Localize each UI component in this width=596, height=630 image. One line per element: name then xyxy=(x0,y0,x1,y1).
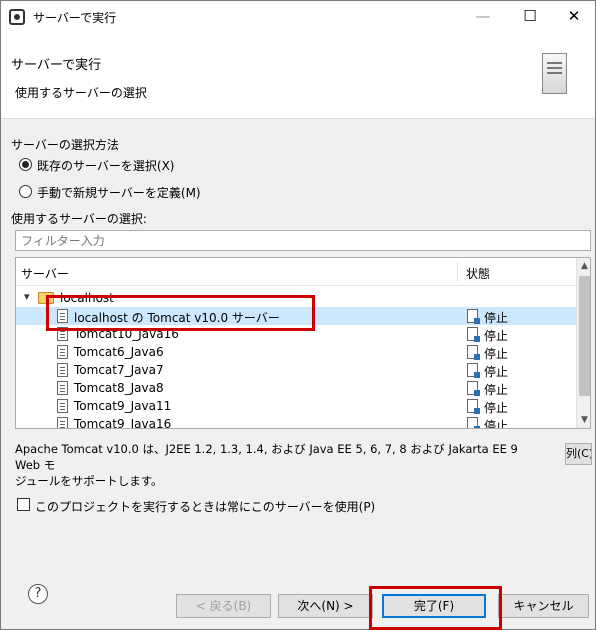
server-table[interactable]: サーバー 状態 ▾ localhost localhost の Tomcat v… xyxy=(15,257,591,429)
server-select-label: 使用するサーバーの選択: xyxy=(11,212,147,226)
column-header-status[interactable]: 状態 xyxy=(466,265,490,282)
columns-button[interactable]: 列(C)... xyxy=(565,443,592,465)
server-name: Tomcat10_Java16 xyxy=(74,327,179,341)
server-status: 停止 xyxy=(484,383,509,397)
server-file-icon xyxy=(57,417,68,428)
window-title: サーバーで実行 xyxy=(33,11,117,25)
run-on-server-dialog: サーバーで実行 — ☐ ✕ サーバーで実行 使用するサーバーの選択 サーバーの選… xyxy=(0,0,596,630)
tree-group-row[interactable]: ▾ localhost xyxy=(16,289,576,307)
group-label: localhost xyxy=(60,291,114,305)
maximize-button[interactable]: ☐ xyxy=(510,4,550,28)
server-status-icon xyxy=(467,363,480,378)
always-use-server-checkbox[interactable] xyxy=(17,498,30,511)
vertical-scrollbar[interactable]: ▲ ▼ xyxy=(576,258,590,428)
radio-existing-server[interactable] xyxy=(19,158,32,171)
description-line: Apache Tomcat v10.0 は、J2EE 1.2, 1.3, 1.4… xyxy=(15,442,518,472)
server-name: Tomcat7_Java7 xyxy=(74,363,164,377)
table-row[interactable]: localhost の Tomcat v10.0 サーバー 停止 xyxy=(16,307,576,325)
title-bar: サーバーで実行 — ☐ ✕ xyxy=(1,1,595,31)
table-row[interactable]: Tomcat6_Java6 停止 xyxy=(16,343,576,361)
server-description: Apache Tomcat v10.0 は、J2EE 1.2, 1.3, 1.4… xyxy=(15,441,545,489)
always-use-server-label[interactable]: このプロジェクトを実行するときは常にこのサーバーを使用(P) xyxy=(35,498,375,515)
server-name: Tomcat6_Java6 xyxy=(74,345,164,359)
wizard-title: サーバーで実行 xyxy=(11,58,102,73)
cancel-button[interactable]: キャンセル xyxy=(498,594,589,618)
server-status: 停止 xyxy=(484,347,509,361)
server-status: 停止 xyxy=(484,311,509,325)
column-header-server[interactable]: サーバー xyxy=(21,265,69,282)
server-status: 停止 xyxy=(484,401,509,415)
column-divider[interactable] xyxy=(457,262,458,282)
scroll-up-icon[interactable]: ▲ xyxy=(577,258,590,274)
next-button[interactable]: 次へ(N) > xyxy=(278,594,373,618)
table-row[interactable]: Tomcat7_Java7 停止 xyxy=(16,361,576,379)
server-status-icon xyxy=(467,327,480,342)
radio-new-server[interactable] xyxy=(19,185,32,198)
server-icon xyxy=(542,53,567,94)
server-file-icon xyxy=(57,399,68,413)
minimize-button[interactable]: — xyxy=(463,4,503,28)
chevron-down-icon[interactable]: ▾ xyxy=(24,290,30,303)
server-file-icon xyxy=(57,345,68,359)
back-button[interactable]: < 戻る(B) xyxy=(176,594,271,618)
server-status-icon xyxy=(467,309,480,324)
table-row[interactable]: Tomcat8_Java8 停止 xyxy=(16,379,576,397)
scroll-down-icon[interactable]: ▼ xyxy=(577,412,590,428)
eclipse-icon xyxy=(9,9,25,25)
server-status-icon xyxy=(467,345,480,360)
wizard-subtitle: 使用するサーバーの選択 xyxy=(15,86,147,100)
scrollbar-thumb[interactable] xyxy=(579,276,590,396)
server-name: Tomcat9_Java16 xyxy=(74,417,172,429)
wizard-banner: サーバーで実行 使用するサーバーの選択 xyxy=(1,31,595,119)
server-file-icon xyxy=(57,309,68,323)
table-header: サーバー 状態 xyxy=(16,258,576,286)
server-status-icon xyxy=(467,381,480,396)
server-name: Tomcat8_Java8 xyxy=(74,381,164,395)
folder-icon xyxy=(38,292,54,304)
table-row[interactable]: Tomcat9_Java16 停止 xyxy=(16,415,576,429)
description-line: ジュールをサポートします。 xyxy=(15,474,163,488)
table-row[interactable]: Tomcat10_Java16 停止 xyxy=(16,325,576,343)
server-status-icon xyxy=(467,417,480,428)
table-row[interactable]: Tomcat9_Java11 停止 xyxy=(16,397,576,415)
radio-new-label[interactable]: 手動で新規サーバーを定義(M) xyxy=(37,184,201,201)
filter-input[interactable] xyxy=(15,230,591,251)
help-icon[interactable]: ? xyxy=(28,584,48,604)
server-status: 停止 xyxy=(484,365,509,379)
radio-existing-label[interactable]: 既存のサーバーを選択(X) xyxy=(37,157,174,174)
server-name: localhost の Tomcat v10.0 サーバー xyxy=(74,311,280,325)
close-button[interactable]: ✕ xyxy=(554,4,594,28)
server-status: 停止 xyxy=(484,419,509,429)
server-file-icon xyxy=(57,381,68,395)
server-name: Tomcat9_Java11 xyxy=(74,399,172,413)
server-file-icon xyxy=(57,327,68,341)
selection-method-label: サーバーの選択方法 xyxy=(11,138,119,152)
server-status: 停止 xyxy=(484,329,509,343)
server-status-icon xyxy=(467,399,480,414)
finish-button[interactable]: 完了(F) xyxy=(382,594,486,618)
server-file-icon xyxy=(57,363,68,377)
